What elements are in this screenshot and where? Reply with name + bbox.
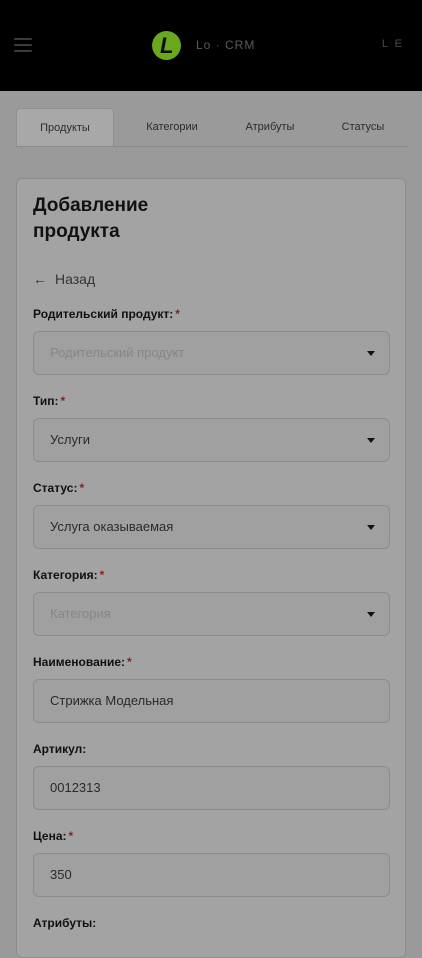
add-product-card: Добавление продукта ← Назад Родительский …: [16, 178, 406, 958]
caret-down-icon: [367, 525, 375, 530]
tab-statuses[interactable]: Статусы: [318, 108, 408, 146]
type-select[interactable]: Услуги: [33, 418, 390, 462]
page-title: Добавление продукта: [33, 195, 149, 242]
parent-product-label: Родительский продукт: *: [33, 307, 180, 321]
back-link[interactable]: ← Назад: [33, 271, 95, 287]
tab-products[interactable]: Продукты: [16, 108, 114, 146]
required-mark: *: [79, 481, 85, 495]
brand-name: Lo · CRM: [196, 38, 256, 52]
price-input[interactable]: 350: [33, 853, 390, 897]
sku-label: Артикул:: [33, 742, 87, 756]
logo-icon[interactable]: [152, 31, 181, 60]
required-mark: *: [68, 829, 74, 843]
required-mark: *: [127, 655, 132, 669]
required-mark: *: [60, 394, 66, 408]
status-label: Статус: *: [33, 481, 85, 495]
header-user-info[interactable]: L E: [382, 38, 404, 50]
type-label: Тип: *: [33, 394, 66, 408]
status-select[interactable]: Услуга оказываемая: [33, 505, 390, 549]
tab-attributes[interactable]: Атрибуты: [222, 108, 318, 146]
sku-input[interactable]: 0012313: [33, 766, 390, 810]
tab-bar: Продукты Категории Атрибуты Статусы: [16, 108, 408, 147]
required-mark: *: [175, 307, 180, 321]
caret-down-icon: [367, 612, 375, 617]
caret-down-icon: [367, 351, 375, 356]
required-mark: *: [99, 568, 105, 582]
price-label: Цена: *: [33, 829, 74, 843]
name-input[interactable]: Стрижка Модельная: [33, 679, 390, 723]
attributes-label: Атрибуты:: [33, 916, 97, 930]
back-label: Назад: [55, 271, 96, 287]
tab-categories[interactable]: Категории: [122, 108, 222, 146]
category-label: Категория: *: [33, 568, 105, 582]
category-select[interactable]: Категория: [33, 592, 390, 636]
parent-product-select[interactable]: Родительский продукт: [33, 331, 390, 375]
name-label: Наименование: *: [33, 655, 132, 669]
arrow-left-icon: ←: [33, 271, 47, 287]
top-bar: Lo · CRM L E: [0, 0, 422, 91]
caret-down-icon: [367, 438, 375, 443]
menu-icon[interactable]: [14, 38, 32, 52]
